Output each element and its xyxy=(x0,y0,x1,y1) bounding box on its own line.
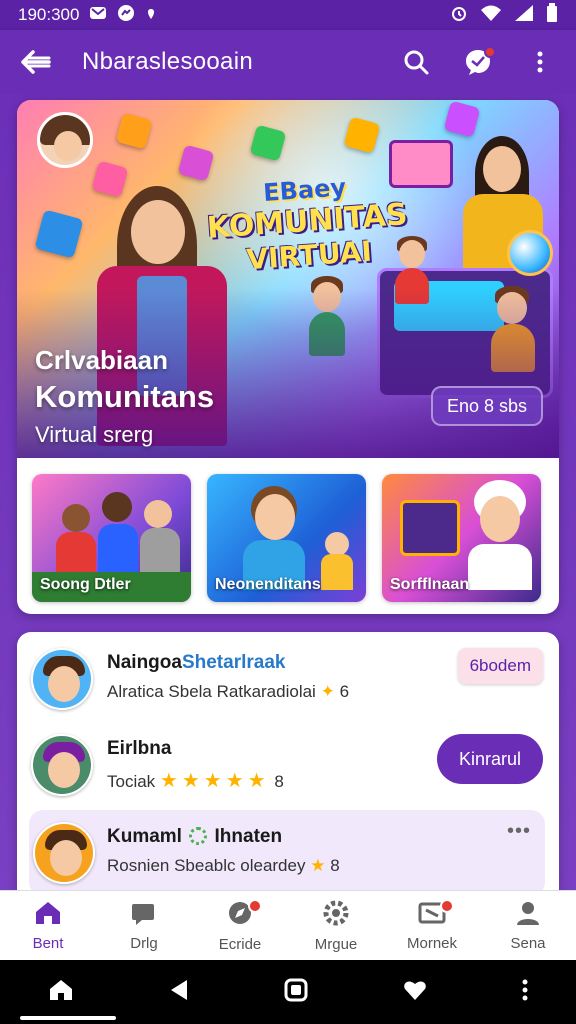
wifi-icon xyxy=(480,4,502,27)
hero-title: Crlvabiaan Komunitans Virtual srerg xyxy=(35,344,214,452)
list-item-name: Eirlbna xyxy=(107,738,172,759)
person-icon xyxy=(514,900,542,931)
search-icon[interactable] xyxy=(398,44,434,80)
nav-item-settings[interactable]: Mrgue xyxy=(288,891,384,960)
hero-banner[interactable]: EBaey KOMUNITAS VIRTUAI Crlvabiaan Komun… xyxy=(17,100,559,458)
system-navigation-bar xyxy=(0,960,576,1024)
avatar[interactable] xyxy=(37,112,93,168)
thumbnail-label: Sorfflnaan xyxy=(390,576,470,593)
more-vert-icon[interactable] xyxy=(522,979,528,1006)
chat-bubble-icon[interactable] xyxy=(460,44,496,80)
system-home-icon[interactable] xyxy=(48,978,74,1007)
arrow-left-icon[interactable] xyxy=(18,44,54,80)
more-horiz-icon[interactable]: ••• xyxy=(507,820,531,843)
status-time: 190:300 xyxy=(18,5,80,24)
hero-chip-button[interactable]: Eno 8 sbs xyxy=(431,386,543,426)
list-item-name: NaingoaShetarlraak xyxy=(107,652,286,673)
signal-icon xyxy=(514,4,534,27)
gesture-pill xyxy=(20,1016,116,1020)
list-item[interactable]: NaingoaShetarlraak Alratica Sbela Ratkar… xyxy=(17,636,559,722)
list-item-subtitle: Tociak ★★★★★ 8 xyxy=(107,770,284,792)
settings-icon xyxy=(322,899,350,932)
heart-icon[interactable] xyxy=(403,979,427,1006)
community-list: NaingoaShetarlraak Alratica Sbela Ratkar… xyxy=(17,632,559,902)
hero-title-line2: Komunitans xyxy=(35,379,215,414)
hero-title-line1: Crlvabiaan xyxy=(35,345,168,375)
hero-logo: EBaey KOMUNITAS VIRTUAI xyxy=(205,173,409,277)
gear-icon xyxy=(189,827,208,845)
floating-cube-icon xyxy=(115,112,153,150)
system-back-icon[interactable] xyxy=(169,979,189,1006)
mail-icon xyxy=(89,4,107,26)
hero-title-line3: Virtual srerg xyxy=(35,422,154,447)
tag-button[interactable]: 6bodem xyxy=(457,648,543,684)
dot-icon xyxy=(145,7,157,24)
thumbnail-card[interactable]: Sorfflnaan xyxy=(382,474,541,602)
messenger-icon xyxy=(117,4,135,26)
chat-icon xyxy=(130,900,158,931)
tablet-illustration xyxy=(389,140,453,188)
avatar[interactable] xyxy=(31,734,93,796)
avatar[interactable] xyxy=(33,822,95,884)
list-item[interactable]: Kumaml Ihnaten Rosnien Sbeablc oleardey … xyxy=(29,810,545,896)
notification-badge xyxy=(248,899,262,913)
nav-item-explore[interactable]: Ecride xyxy=(192,891,288,960)
globe-icon xyxy=(507,230,553,276)
thumbnail-label: Soong Dtler xyxy=(40,576,131,593)
floating-cube-icon xyxy=(34,209,84,259)
nav-item-home[interactable]: Bent xyxy=(0,891,96,960)
list-item-subtitle: Rosnien Sbeablc oleardey ★ 8 xyxy=(107,856,340,875)
battery-icon xyxy=(546,2,558,28)
list-item[interactable]: Eirlbna Tociak ★★★★★ 8 Kinrarul xyxy=(17,722,559,808)
alarm-icon xyxy=(450,4,468,27)
join-button[interactable]: Kinrarul xyxy=(437,734,543,784)
party-icon: ✦ xyxy=(320,682,335,701)
more-vert-icon[interactable] xyxy=(522,44,558,80)
main-content: EBaey KOMUNITAS VIRTUAI Crlvabiaan Komun… xyxy=(0,94,576,902)
app-bar: Nbaraslesooain xyxy=(0,30,576,94)
nav-item-profile[interactable]: Sena xyxy=(480,891,576,960)
nav-item-inbox[interactable]: Mornek xyxy=(384,891,480,960)
notification-badge xyxy=(440,899,454,913)
app-title: Nbaraslesooain xyxy=(82,48,253,75)
home-icon xyxy=(34,900,62,931)
hero-card[interactable]: EBaey KOMUNITAS VIRTUAI Crlvabiaan Komun… xyxy=(17,100,559,614)
star-rating: ★★★★★ xyxy=(159,770,270,792)
thumbnail-row: Soong Dtler Neonenditans Sorfflnaan xyxy=(32,474,546,602)
notification-badge xyxy=(484,46,496,58)
list-item-name: Kumaml Ihnaten xyxy=(107,826,283,847)
system-recents-icon[interactable] xyxy=(284,978,308,1007)
status-bar: 190:300 xyxy=(0,0,576,30)
avatar[interactable] xyxy=(31,648,93,710)
star-icon: ★ xyxy=(310,856,326,875)
nav-item-chat[interactable]: Drlg xyxy=(96,891,192,960)
bottom-navigation: Bent Drlg Ecride Mrgue Mornek Sena xyxy=(0,890,576,960)
thumbnail-card[interactable]: Soong Dtler xyxy=(32,474,191,602)
list-item-subtitle: Alratica Sbela Ratkaradiolai ✦ 6 xyxy=(107,682,350,701)
thumbnail-card[interactable]: Neonenditans xyxy=(207,474,366,602)
thumbnail-label: Neonenditans xyxy=(215,576,321,593)
